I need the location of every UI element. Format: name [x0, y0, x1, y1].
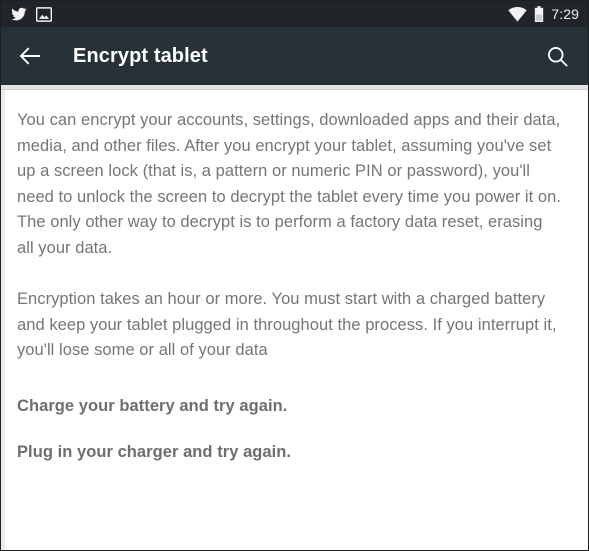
back-arrow-icon — [18, 44, 42, 68]
battery-icon — [534, 5, 544, 23]
status-bar-system-icons: 7:29 — [508, 5, 579, 23]
description-paragraph-1: You can encrypt your accounts, settings,… — [17, 111, 561, 257]
back-button[interactable] — [15, 41, 45, 71]
status-bar-clock: 7:29 — [551, 5, 579, 22]
content-area: You can encrypt your accounts, settings,… — [1, 90, 588, 550]
warning-plug-in-charger: Plug in your charger and try again. — [17, 442, 292, 461]
search-icon — [546, 45, 569, 68]
status-bar: 7:29 — [1, 1, 588, 27]
page-title: Encrypt tablet — [73, 44, 208, 67]
wifi-icon — [508, 6, 528, 22]
description-paragraph-2: Encryption takes an hour or more. You mu… — [17, 290, 557, 359]
status-bar-notification-icons — [11, 6, 53, 22]
app-bar: Encrypt tablet — [1, 27, 588, 85]
search-button[interactable] — [542, 41, 572, 71]
warning-charge-battery: Charge your battery and try again. — [17, 396, 288, 415]
encrypt-description-body: You can encrypt your accounts, settings,… — [1, 90, 588, 464]
encrypt-tablet-screen: 7:29 Encrypt tablet You can encrypt your… — [0, 0, 589, 551]
twitter-icon — [11, 6, 27, 22]
screenshot-image-icon — [35, 6, 53, 22]
left-edge-strip — [1, 90, 5, 550]
